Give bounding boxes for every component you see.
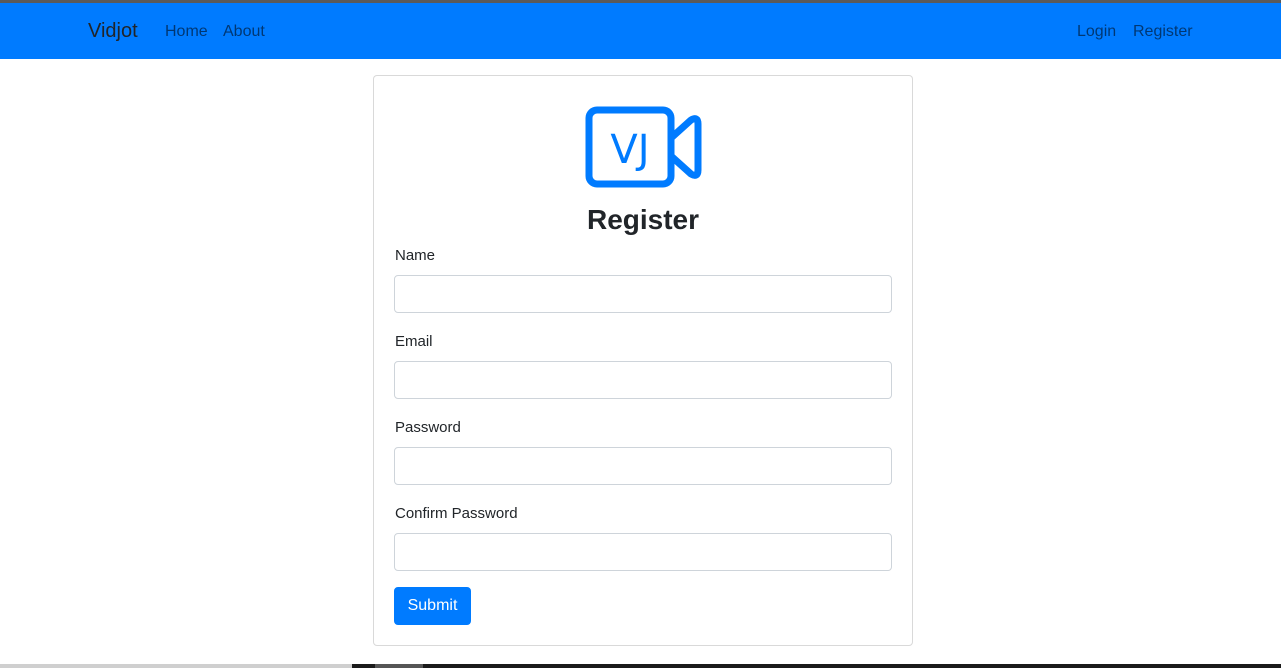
video-camera-icon: VJ [585,106,702,188]
confirm-password-field[interactable] [394,533,892,571]
register-card: VJ Register Name Email Password Confirm … [373,75,913,646]
email-field[interactable] [394,361,892,399]
taskbar-strip-dark [352,664,1281,668]
taskbar-strip [0,664,352,668]
password-label: Password [395,419,461,436]
logo-text: VJ [610,127,649,173]
nav-link-home[interactable]: Home [165,3,208,59]
email-label: Email [395,333,433,350]
nav-link-login[interactable]: Login [1077,3,1116,59]
page-title: Register [586,204,700,235]
name-label: Name [395,247,436,264]
taskbar-strip-mid [375,664,423,668]
nav-link-about[interactable]: About [223,3,265,59]
confirm-password-label: Confirm Password [395,505,518,522]
nav-link-register[interactable]: Register [1133,3,1193,59]
navbar: Vidjot Home About Login Register [0,3,1281,59]
submit-button[interactable]: Submit [394,587,471,625]
navbar-brand[interactable]: Vidjot [88,3,138,59]
name-field[interactable] [394,275,892,313]
password-field[interactable] [394,447,892,485]
